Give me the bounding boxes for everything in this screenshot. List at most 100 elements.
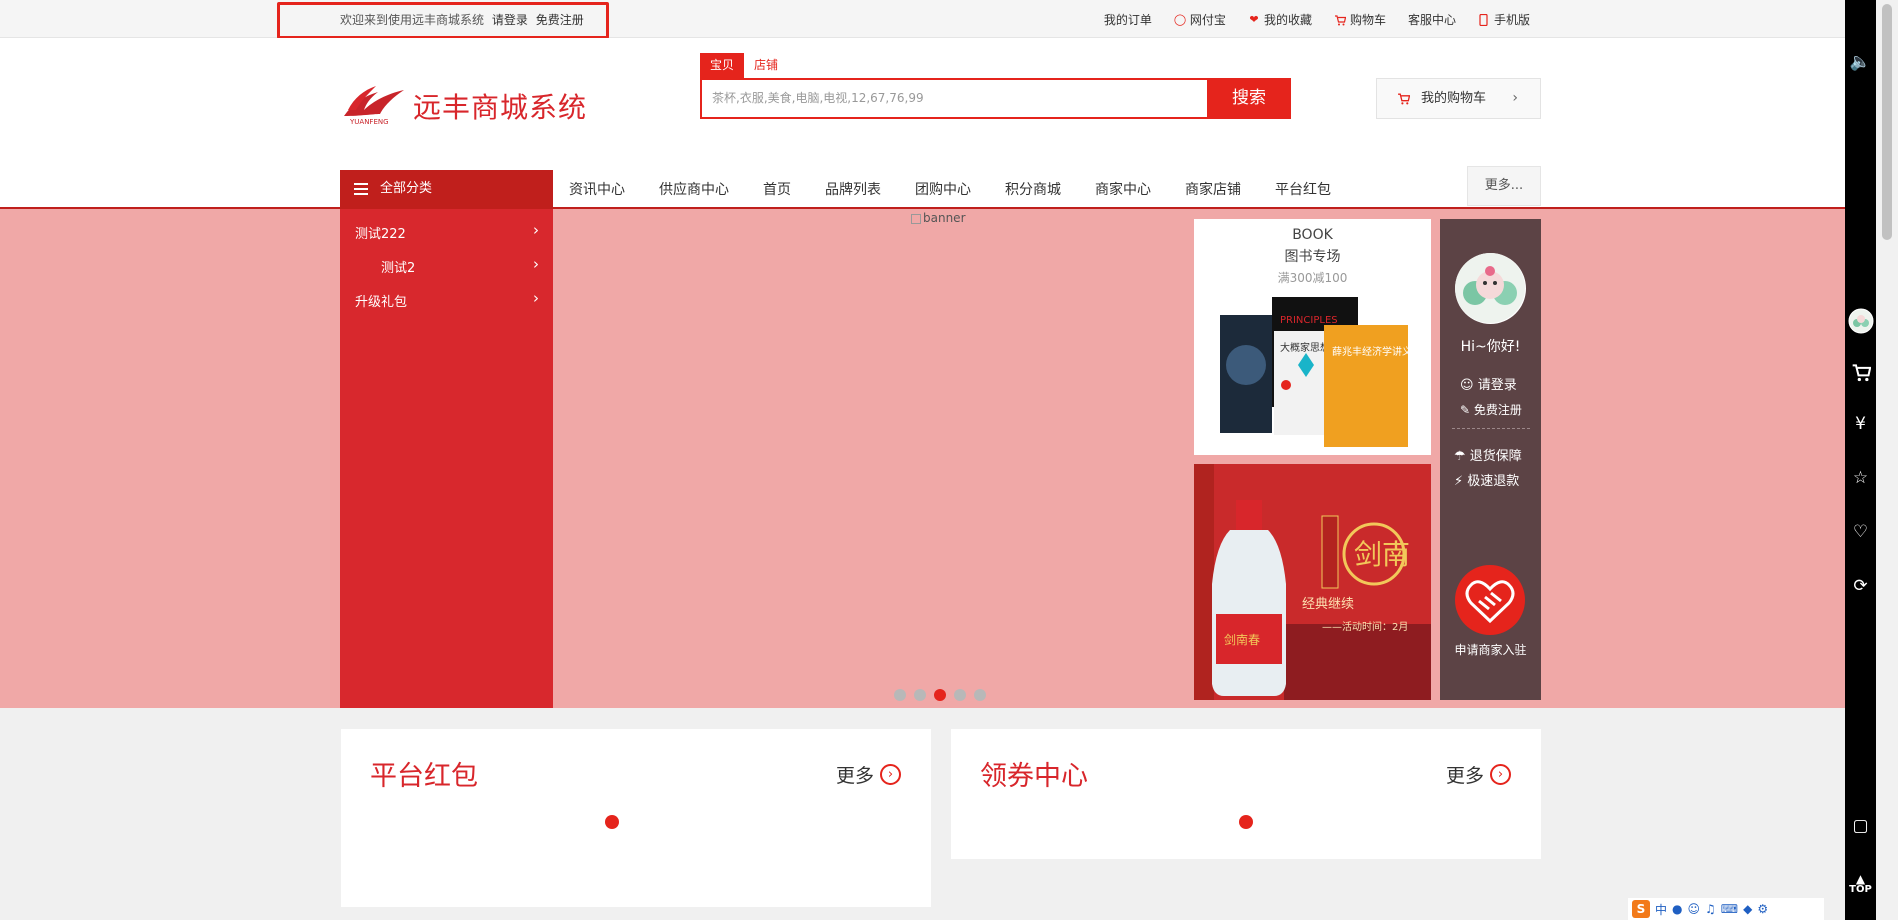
- user-panel-register[interactable]: ✎ 免费注册: [1460, 401, 1522, 418]
- top-login-link[interactable]: 请登录: [492, 13, 528, 27]
- all-categories-button[interactable]: 全部分类: [340, 170, 553, 208]
- wine-promo-card[interactable]: 剑南 经典继续 ——活动时间：2月 剑南春: [1194, 464, 1431, 700]
- welcome-message: 欢迎来到使用远丰商城系统 请登录 免费注册: [340, 11, 588, 28]
- nav-item-points-mall[interactable]: 积分商城: [1005, 179, 1061, 199]
- history-icon[interactable]: ⟳: [1845, 576, 1876, 596]
- top-link-favorites[interactable]: ❤ 我的收藏: [1248, 11, 1312, 28]
- keyboard-icon[interactable]: ⌨: [1721, 902, 1738, 916]
- top-register-link[interactable]: 免费注册: [536, 13, 584, 27]
- nav-item-seller-shops[interactable]: 商家店铺: [1185, 179, 1241, 199]
- heart-icon: ❤: [1249, 12, 1259, 26]
- svg-text:剑南春: 剑南春: [1224, 632, 1260, 647]
- heart-icon[interactable]: ♡: [1845, 522, 1876, 542]
- menu-icon: [354, 183, 368, 195]
- carousel-dot-active[interactable]: [934, 689, 946, 701]
- nav-item-seller-center[interactable]: 商家中心: [1095, 179, 1151, 199]
- skin-icon[interactable]: ◆: [1743, 902, 1752, 916]
- qrcode-icon[interactable]: ▢: [1845, 816, 1876, 836]
- category-item[interactable]: 测试222 ›: [340, 215, 553, 245]
- settings-icon[interactable]: ⚙: [1757, 902, 1768, 916]
- wine-image: 剑南 经典继续 ——活动时间：2月 剑南春: [1194, 464, 1431, 700]
- svg-text:YUANFENG: YUANFENG: [349, 118, 389, 126]
- book-promo-title: 图书专场: [1284, 249, 1341, 265]
- handshake-icon[interactable]: [1455, 565, 1525, 635]
- book-promo-card[interactable]: BOOK 图书专场 满300减100 PRINCIPLES 大概家思想 薛兆丰经…: [1194, 219, 1431, 455]
- book-promo-discount: 满300减100: [1277, 271, 1348, 285]
- shield-icon: ◯: [1173, 12, 1187, 26]
- chevron-right-icon: ›: [533, 289, 539, 307]
- top-link-cart[interactable]: 购物车: [1334, 11, 1386, 28]
- section-more-link[interactable]: 更多 ›: [836, 761, 901, 788]
- back-to-top-label[interactable]: TOP: [1845, 884, 1876, 895]
- top-link-mobile[interactable]: 手机版: [1478, 11, 1530, 28]
- ime-logo-icon: S: [1632, 900, 1650, 918]
- yen-icon[interactable]: ¥: [1845, 414, 1876, 434]
- ime-mode-label[interactable]: 中: [1655, 901, 1667, 918]
- nav-item-groupbuy[interactable]: 团购中心: [915, 179, 971, 199]
- top-link-wangfubao[interactable]: ◯ 网付宝: [1174, 11, 1226, 28]
- ime-toolbar[interactable]: S 中 ● ☺ ♫ ⌨ ◆ ⚙: [1628, 898, 1824, 920]
- svg-text:大概家思想: 大概家思想: [1280, 341, 1330, 354]
- svg-text:——活动时间：2月: ——活动时间：2月: [1322, 620, 1408, 633]
- section-more-link[interactable]: 更多 ›: [1446, 761, 1511, 788]
- chevron-right-circle-icon: ›: [1490, 764, 1511, 785]
- carousel-dot[interactable]: [974, 689, 986, 701]
- top-links: 我的订单 ◯ 网付宝 ❤ 我的收藏 购物车 客服中心 手机版: [1082, 11, 1530, 28]
- banner-broken-image[interactable]: banner: [911, 211, 966, 225]
- category-item[interactable]: 测试2 ›: [340, 249, 553, 279]
- user-greeting: Hi~你好!: [1460, 339, 1521, 355]
- carousel-dot[interactable]: [914, 689, 926, 701]
- svg-text:薛兆丰经济学讲义: 薛兆丰经济学讲义: [1332, 345, 1412, 358]
- star-icon[interactable]: ☆: [1845, 468, 1876, 488]
- carousel-dot[interactable]: [954, 689, 966, 701]
- search-tab-items[interactable]: 宝贝: [700, 53, 745, 78]
- logo-text[interactable]: 远丰商城系统: [413, 86, 587, 126]
- user-panel-login[interactable]: ☺ 请登录: [1460, 374, 1517, 393]
- scrollbar-thumb[interactable]: [1882, 4, 1892, 240]
- top-link-service[interactable]: 客服中心: [1408, 11, 1456, 28]
- top-link-orders[interactable]: 我的订单: [1104, 11, 1152, 28]
- edit-icon: ✎: [1460, 403, 1471, 417]
- emoji-icon[interactable]: ☺: [1688, 902, 1701, 916]
- search-button[interactable]: 搜索: [1207, 78, 1291, 119]
- logo-icon[interactable]: YUANFENG: [342, 84, 408, 130]
- nav-item-home[interactable]: 首页: [763, 179, 791, 199]
- fast-refund: ⚡ 极速退款: [1454, 474, 1520, 489]
- svg-text:PRINCIPLES: PRINCIPLES: [1280, 315, 1338, 326]
- search-input[interactable]: 茶杯,衣服,美食,电脑,电视,12,67,76,99: [700, 78, 1208, 119]
- avatar[interactable]: [1455, 253, 1526, 324]
- chevron-right-circle-icon: ›: [880, 764, 901, 785]
- nav-item-supplier[interactable]: 供应商中心: [659, 179, 729, 199]
- user-icon: ☺: [1460, 378, 1474, 393]
- lightning-icon: ⚡: [1454, 474, 1464, 489]
- my-cart-button[interactable]: 我的购物车 ›: [1376, 78, 1541, 119]
- mic-icon[interactable]: ♫: [1705, 902, 1716, 916]
- loading-indicator: [1239, 815, 1253, 829]
- search-tab-shops[interactable]: 店铺: [744, 53, 788, 78]
- section-title: 领券中心: [980, 761, 1088, 792]
- cart-icon[interactable]: [1845, 362, 1876, 387]
- carousel-dot[interactable]: [894, 689, 906, 701]
- svg-text:经典继续: 经典继续: [1302, 597, 1354, 612]
- apply-seller-link[interactable]: 申请商家入驻: [1440, 641, 1541, 658]
- divider: [1452, 428, 1530, 429]
- chevron-right-icon: ›: [533, 221, 539, 239]
- nav-item-news[interactable]: 资讯中心: [569, 179, 625, 199]
- carousel-dots: [894, 689, 986, 701]
- svg-text:剑南: 剑南: [1354, 538, 1410, 571]
- all-categories-label: 全部分类: [380, 181, 433, 196]
- broken-image-icon: [911, 213, 921, 224]
- chevron-right-icon: ›: [533, 255, 539, 273]
- book-promo-title-en: BOOK: [1292, 227, 1333, 243]
- punctuation-icon[interactable]: ●: [1672, 902, 1682, 916]
- banner-area[interactable]: [0, 209, 1845, 708]
- phone-icon: [1478, 13, 1490, 26]
- nav-item-platform-redpacket[interactable]: 平台红包: [1275, 179, 1331, 199]
- nav-item-brands[interactable]: 品牌列表: [825, 179, 881, 199]
- avatar-mini[interactable]: [1845, 308, 1876, 339]
- nav-more-button[interactable]: 更多...: [1467, 166, 1541, 206]
- speaker-icon[interactable]: 🔈: [1845, 52, 1876, 72]
- cart-icon: [1397, 79, 1411, 121]
- category-item[interactable]: 升级礼包 ›: [340, 283, 553, 313]
- platform-redpacket-section: 平台红包 更多 ›: [341, 729, 931, 907]
